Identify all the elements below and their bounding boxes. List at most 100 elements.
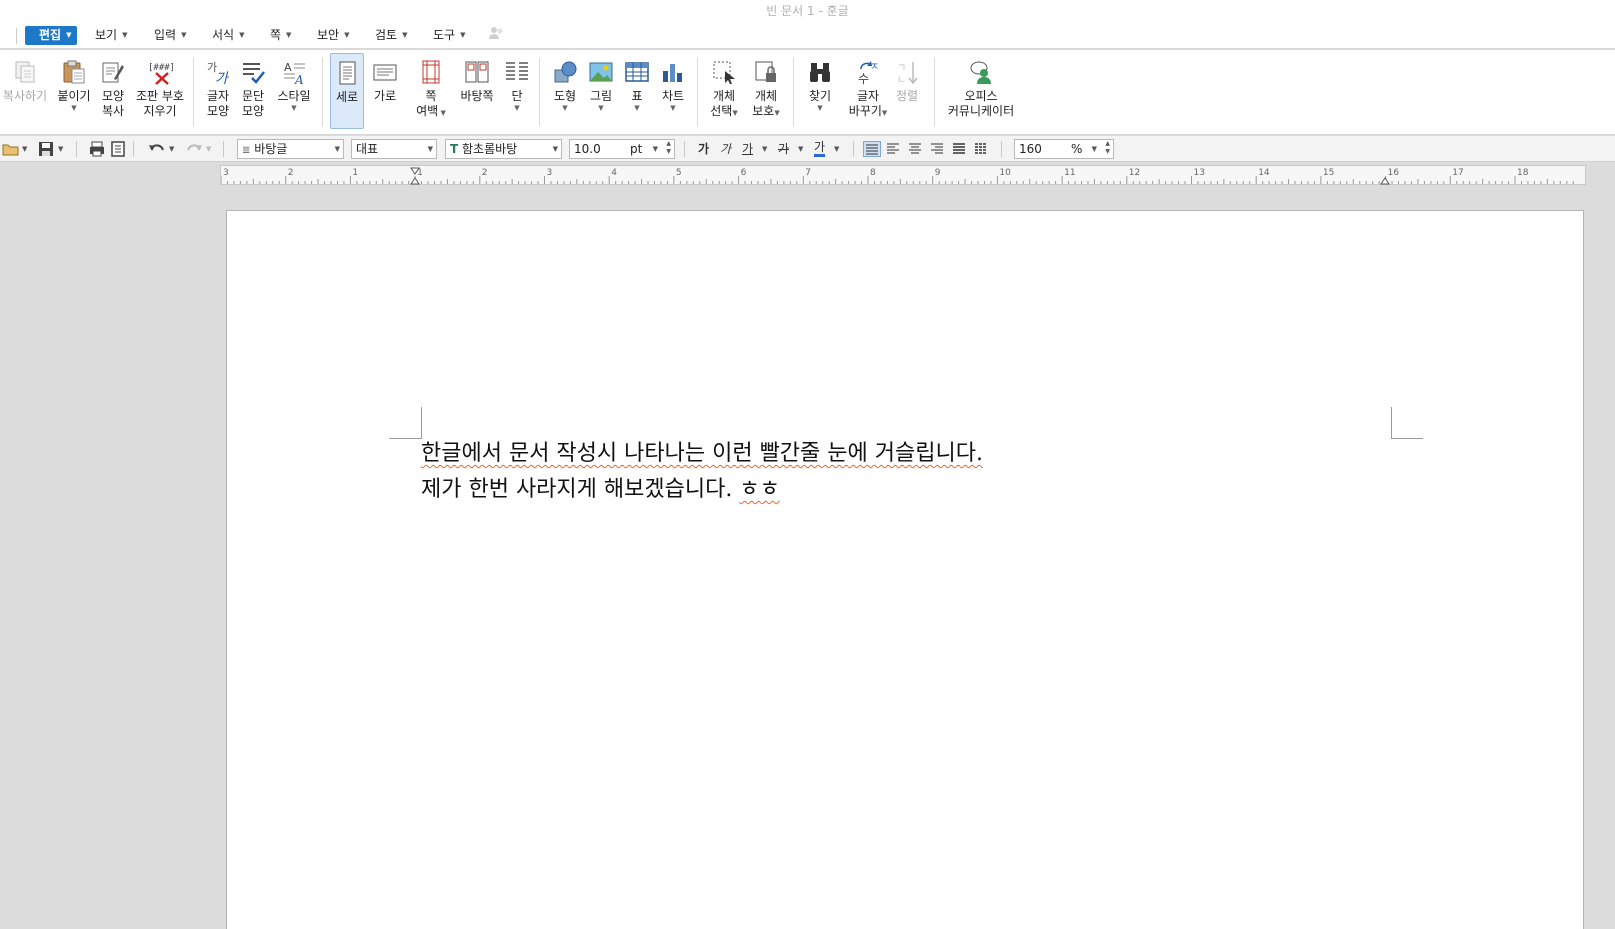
replace-char-button[interactable]: 수ㅈ 글자 바꾸기▼ bbox=[847, 53, 889, 129]
ribbon-toolbar: 복사하기 붙이기 ▼ 모양 복사 [###] 조판 부호 지우기 가가 글자 모양 문… bbox=[0, 50, 1615, 135]
document-line-2[interactable]: 제가 한번 사라지게 해보겠습니다. ㅎㅎ bbox=[421, 471, 780, 503]
line-spacing-input[interactable]: 160 % ▼ ▲ ▼ bbox=[1014, 139, 1114, 159]
chevron-down-icon[interactable]: ▼ bbox=[206, 140, 211, 158]
split-distribute-button[interactable] bbox=[973, 141, 991, 157]
ruler-label: 10 bbox=[999, 168, 1011, 178]
chevron-down-icon: ▼ bbox=[181, 31, 187, 39]
chevron-down-icon[interactable]: ▼ bbox=[798, 140, 803, 158]
chevron-down-icon[interactable]: ▼ bbox=[762, 140, 767, 158]
sort-icon: ㄱㄴ bbox=[897, 62, 918, 85]
distribute-button[interactable] bbox=[951, 141, 969, 157]
office-communicator-icon bbox=[970, 61, 991, 84]
redo-icon[interactable] bbox=[185, 140, 203, 158]
chart-button[interactable]: 차트 ▼ bbox=[656, 53, 690, 129]
toolbar-separator bbox=[853, 141, 854, 157]
menu-page[interactable]: 쪽 ▼ bbox=[266, 26, 295, 45]
menu-security[interactable]: 보안 ▼ bbox=[313, 26, 353, 45]
object-protect-icon bbox=[755, 61, 776, 82]
window-title: 빈 문서 1 - 훈글 bbox=[766, 4, 849, 18]
menu-tools[interactable]: 도구 ▼ bbox=[429, 26, 469, 45]
user-icon[interactable] bbox=[484, 26, 508, 45]
ruler-label: 15 bbox=[1323, 168, 1334, 178]
chevron-down-icon: ▼ bbox=[71, 104, 77, 112]
clear-marks-button[interactable]: [###] 조판 부호 지우기 bbox=[133, 53, 187, 129]
paste-button[interactable]: 붙이기 ▼ bbox=[54, 53, 94, 129]
ruler-label: 9 bbox=[935, 168, 941, 178]
svg-text:ㄱ: ㄱ bbox=[897, 63, 906, 74]
preview-icon[interactable] bbox=[109, 140, 127, 158]
font-color-button[interactable]: 가 bbox=[814, 140, 826, 157]
chart-icon bbox=[663, 64, 682, 82]
strikethrough-button[interactable]: 가 bbox=[778, 140, 789, 158]
save-icon[interactable] bbox=[37, 140, 55, 158]
font-select[interactable]: T 함초롬바탕 ▼ bbox=[445, 139, 562, 159]
underline-button[interactable]: 가 bbox=[742, 140, 753, 158]
chevron-down-icon[interactable]: ▼ bbox=[58, 140, 63, 158]
ribbon-separator bbox=[793, 58, 794, 126]
svg-text:[###]: [###] bbox=[148, 63, 173, 73]
spin-arrows-icon[interactable]: ▲ ▼ bbox=[1105, 140, 1110, 156]
align-left-button[interactable] bbox=[885, 141, 903, 157]
sort-button[interactable]: ㄱㄴ 정렬 bbox=[890, 53, 924, 129]
para-shape-button[interactable]: 문단 모양 bbox=[236, 53, 270, 129]
align-justify-button[interactable] bbox=[863, 141, 881, 157]
align-center-button[interactable] bbox=[907, 141, 925, 157]
object-select-button[interactable]: 개체 선택▼ bbox=[706, 53, 742, 129]
ruler-label: 16 bbox=[1388, 168, 1400, 178]
menu-edit[interactable]: 편집 ▼ bbox=[25, 26, 78, 45]
copy-icon bbox=[15, 61, 35, 83]
menu-review[interactable]: 검토 ▼ bbox=[371, 26, 411, 45]
chevron-down-icon: ▼ bbox=[291, 104, 297, 112]
document-line-1[interactable]: 한글에서 문서 작성시 나타나는 이런 빨간줄 눈에 거슬립니다. bbox=[421, 435, 983, 467]
office-communicator-button[interactable]: 오피스 커뮤니케이터 bbox=[945, 53, 1017, 129]
document-page[interactable]: 한글에서 문서 작성시 나타나는 이런 빨간줄 눈에 거슬립니다. 제가 한번 … bbox=[226, 210, 1584, 929]
chevron-down-icon: ▼ bbox=[286, 31, 292, 39]
font-size-input[interactable]: 10.0 pt ▼ ▲ ▼ bbox=[569, 139, 675, 159]
align-right-button[interactable] bbox=[929, 141, 947, 157]
ruler-label: 3 bbox=[547, 168, 553, 178]
menu-format[interactable]: 서식 ▼ bbox=[208, 26, 248, 45]
menu-view[interactable]: 보기 ▼ bbox=[91, 26, 131, 45]
chevron-down-icon: ▼ bbox=[598, 104, 604, 112]
menu-insert[interactable]: 입력 ▼ bbox=[150, 26, 190, 45]
picture-button[interactable]: 그림 ▼ bbox=[584, 53, 618, 129]
shape-button[interactable]: 도형 ▼ bbox=[548, 53, 582, 129]
char-shape-button[interactable]: 가가 글자 모양 bbox=[201, 53, 235, 129]
ruler-label: 6 bbox=[741, 168, 747, 178]
horizontal-ruler[interactable]: 3 2 1 1 2 3 4 5 6 7 8 9 10 11 12 13 14 15 16 17 18 bbox=[220, 165, 1586, 185]
svg-text:가: 가 bbox=[215, 71, 230, 85]
toolbar-separator bbox=[76, 141, 77, 157]
portrait-button[interactable]: 세로 bbox=[330, 53, 364, 129]
chevron-down-icon[interactable]: ▼ bbox=[834, 140, 839, 158]
chevron-down-icon[interactable]: ▼ bbox=[169, 140, 174, 158]
ruler-label: 3 bbox=[223, 168, 229, 178]
page-margin-button[interactable]: 쪽 여백 ▼ bbox=[411, 53, 451, 129]
replace-char-icon: 수ㅈ bbox=[858, 61, 879, 85]
landscape-page-icon bbox=[373, 64, 397, 81]
landscape-button[interactable]: 가로 bbox=[368, 53, 402, 129]
right-margin-marker-icon[interactable] bbox=[1380, 177, 1390, 185]
spin-arrows-icon[interactable]: ▲ ▼ bbox=[666, 140, 671, 156]
split-distribute-icon bbox=[975, 143, 987, 154]
find-button[interactable]: 찾기 ▼ bbox=[803, 53, 837, 129]
print-icon[interactable] bbox=[88, 140, 106, 158]
language-select[interactable]: 대표 ▼ bbox=[351, 139, 437, 159]
style-select[interactable]: ≣ 바탕글 ▼ bbox=[237, 139, 344, 159]
format-copy-button[interactable]: 모양 복사 bbox=[96, 53, 130, 129]
bold-button[interactable]: 가 bbox=[698, 140, 709, 158]
background-page-button[interactable]: 바탕쪽 bbox=[455, 53, 499, 129]
para-shape-icon bbox=[243, 63, 265, 84]
ruler-label: 8 bbox=[870, 168, 876, 178]
copy-button[interactable]: 복사하기 bbox=[2, 53, 48, 129]
table-button[interactable]: 표 ▼ bbox=[620, 53, 654, 129]
align-left-icon bbox=[887, 143, 899, 154]
italic-button[interactable]: 가 bbox=[720, 140, 731, 158]
object-protect-button[interactable]: 개체 보호▼ bbox=[748, 53, 784, 129]
svg-text:수: 수 bbox=[858, 72, 869, 85]
open-folder-icon[interactable] bbox=[2, 140, 20, 158]
style-button[interactable]: AA 스타일 ▼ bbox=[273, 53, 315, 129]
chevron-down-icon[interactable]: ▼ bbox=[22, 140, 27, 158]
undo-icon[interactable] bbox=[148, 140, 166, 158]
columns-button[interactable]: 단 ▼ bbox=[500, 53, 534, 129]
paste-icon bbox=[63, 60, 85, 84]
